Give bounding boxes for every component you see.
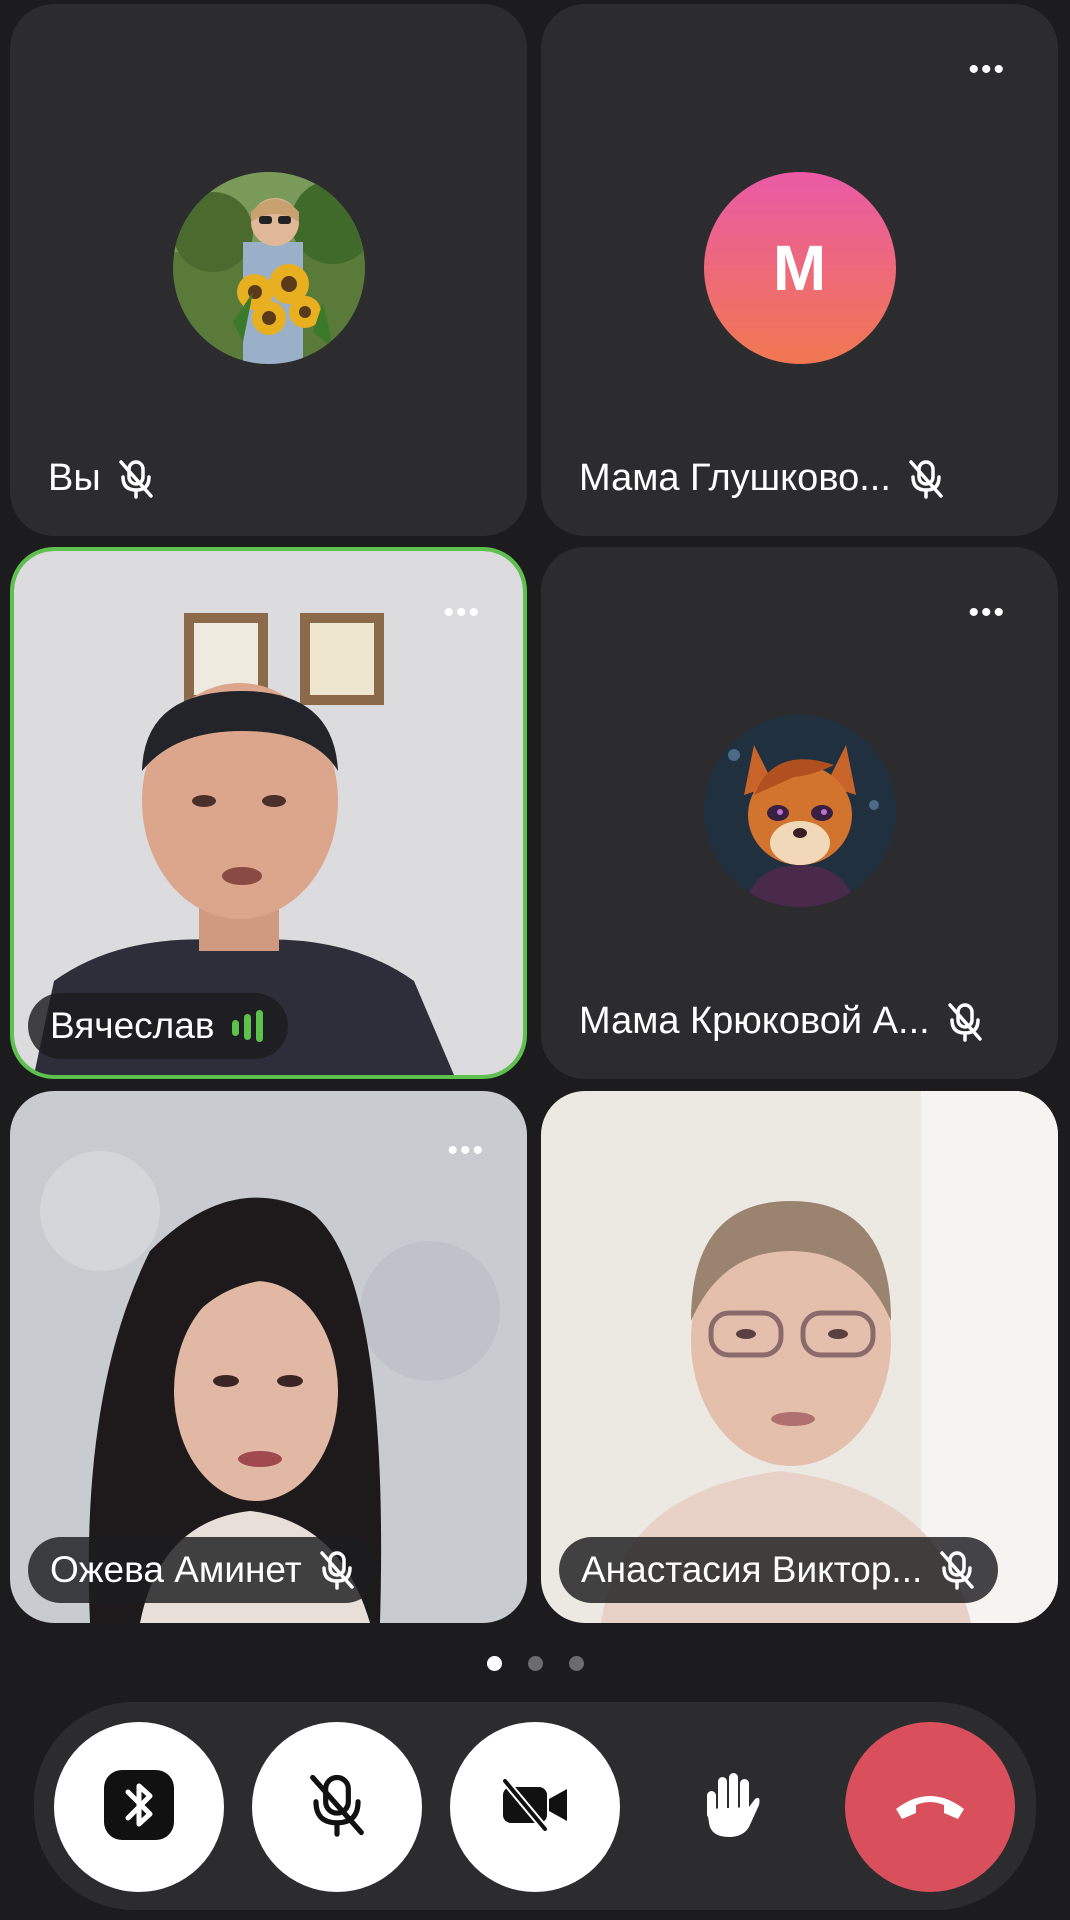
end-call-button[interactable]	[845, 1722, 1015, 1892]
raise-hand-button[interactable]	[646, 1722, 816, 1892]
mic-off-icon	[306, 1771, 368, 1844]
mic-off-icon	[117, 458, 155, 500]
participant-name-pill: Вячеслав	[28, 993, 289, 1059]
participant-tile[interactable]: ••• Ожева Аминет	[10, 1091, 527, 1623]
participant-name: Анастасия Виктор...	[581, 1549, 923, 1590]
speaking-indicator-icon	[230, 1008, 266, 1044]
hand-icon	[699, 1769, 763, 1846]
page-dot[interactable]	[568, 1656, 584, 1671]
page-indicator[interactable]	[0, 1656, 1070, 1671]
call-control-bar	[34, 1702, 1036, 1910]
participant-name-row: Вы	[48, 457, 155, 500]
participant-tile-you[interactable]: Вы	[10, 4, 527, 536]
participant-avatar	[172, 172, 365, 364]
page-dot-active[interactable]	[486, 1656, 502, 1671]
more-options-button[interactable]: •••	[447, 1136, 485, 1166]
participant-avatar	[703, 715, 896, 907]
participant-avatar: M	[703, 172, 896, 364]
more-options-button[interactable]: •••	[443, 598, 481, 628]
microphone-toggle-button[interactable]	[252, 1722, 422, 1892]
participant-tile[interactable]: ••• M Мама Глушково...	[541, 4, 1058, 536]
participant-name: Вячеслав	[50, 1005, 215, 1046]
mic-off-icon	[938, 1549, 976, 1591]
participant-tile[interactable]: ••• Мама Крюковой А...	[541, 547, 1058, 1079]
participant-tile[interactable]: Анастасия Виктор...	[541, 1091, 1058, 1623]
participant-tile-active-speaker[interactable]: ••• Вячеслав	[10, 547, 527, 1079]
participant-name-row: Мама Глушково...	[579, 457, 945, 500]
bluetooth-icon	[100, 1766, 178, 1849]
phone-hangup-icon	[890, 1785, 970, 1830]
more-options-button[interactable]: •••	[968, 55, 1006, 85]
bluetooth-audio-button[interactable]	[54, 1722, 224, 1892]
camera-toggle-button[interactable]	[450, 1722, 620, 1892]
mic-off-icon	[946, 1001, 984, 1043]
mic-off-icon	[907, 458, 945, 500]
participant-name: Ожева Аминет	[50, 1549, 302, 1590]
participant-name-pill: Анастасия Виктор...	[559, 1537, 999, 1603]
participant-name-pill: Ожева Аминет	[28, 1537, 378, 1603]
participant-name: Вы	[48, 457, 101, 499]
participant-name: Мама Глушково...	[579, 457, 891, 499]
participant-name: Мама Крюковой А...	[579, 1000, 930, 1042]
more-options-button[interactable]: •••	[968, 598, 1006, 628]
participant-name-row: Мама Крюковой А...	[579, 1000, 984, 1043]
mic-off-icon	[318, 1549, 356, 1591]
video-off-icon	[499, 1776, 571, 1838]
page-dot[interactable]	[527, 1656, 543, 1671]
